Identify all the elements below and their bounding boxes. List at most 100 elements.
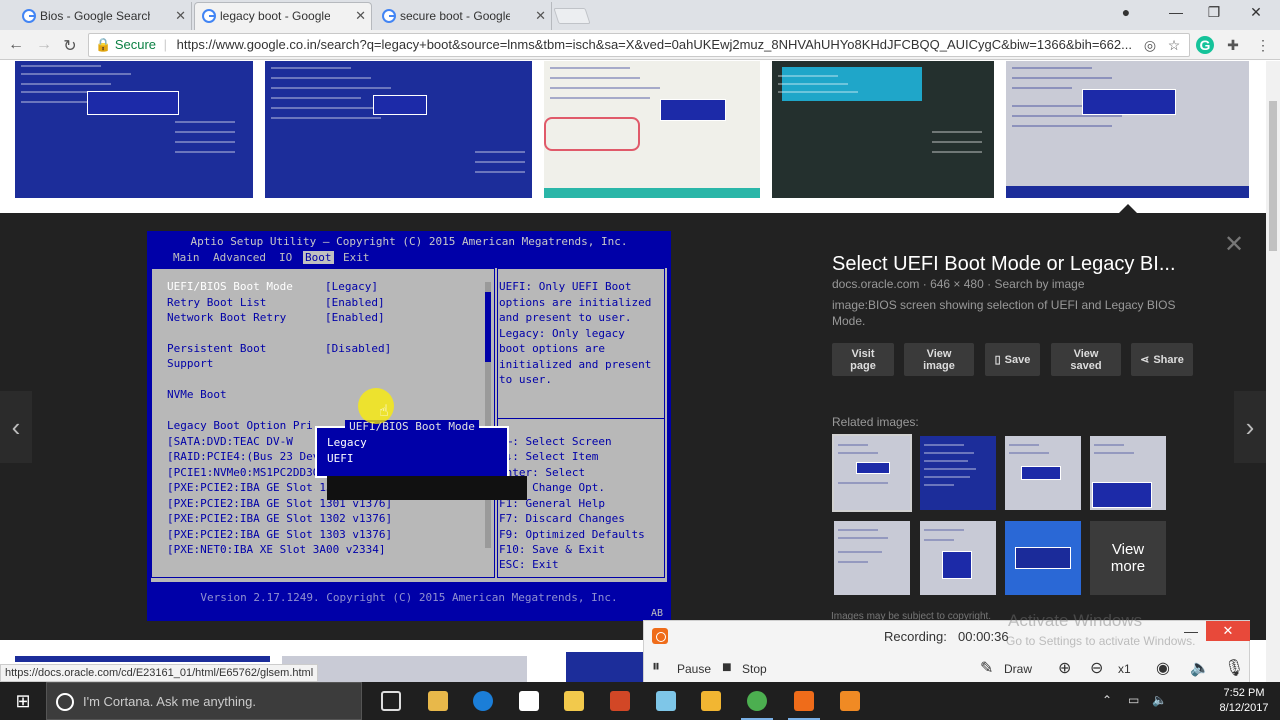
google-favicon-icon [382,9,396,23]
status-bar-url: https://docs.oracle.com/cd/E23161_01/htm… [0,664,319,682]
related-image[interactable] [1005,436,1081,510]
result-thumbnail[interactable] [566,652,643,682]
speaker-icon[interactable]: 🔈 [1190,658,1210,678]
cortana-search-box[interactable]: I'm Cortana. Ask me anything. [46,682,362,720]
reload-button[interactable]: ↻ [60,36,80,56]
pause-icon[interactable]: ⏸ [652,658,660,676]
system-clock[interactable]: 7:52 PM 8/12/2017 [1216,686,1272,716]
chrome-icon[interactable] [741,691,773,720]
preview-image[interactable]: Aptio Setup Utility – Copyright (C) 2015… [147,231,671,621]
zoom-out-icon[interactable]: ⊖ [1090,658,1103,678]
activate-windows-subtext: Go to Settings to activate Windows. [1006,634,1196,648]
bios-header: Aptio Setup Utility – Copyright (C) 2015… [190,235,628,248]
save-button[interactable]: ▯ Save [985,343,1040,376]
bookmark-star-icon[interactable]: ☆ [1165,36,1183,54]
stop-icon[interactable]: ■ [722,659,732,677]
bookmark-icon: ▯ [994,353,1001,366]
related-image[interactable] [1090,436,1166,510]
prev-image-button[interactable]: ‹ [0,391,32,463]
share-button[interactable]: ⋖ Share [1131,343,1193,376]
tab-title: Bios - Google Search [40,9,150,23]
image-meta: docs.oracle.com · 646 × 480 · Search by … [832,277,1085,291]
result-thumbnail[interactable] [282,656,527,682]
result-thumbnail[interactable] [544,61,760,198]
back-button[interactable]: ← [6,36,26,54]
desktop-app-icon[interactable] [656,691,676,711]
sticky-notes-icon[interactable] [564,691,584,711]
view-saved-button[interactable]: View saved [1051,343,1121,376]
button-label: Visit page [850,347,876,372]
related-image[interactable] [832,434,912,512]
bios-help-line: initialized and present [499,358,652,371]
image-source[interactable]: docs.oracle.com [832,277,919,291]
page-scrollbar[interactable] [1266,61,1280,689]
tab-secure-boot[interactable]: secure boot - Google Se ✕ [374,2,552,30]
related-image[interactable] [1005,521,1081,595]
draw-button[interactable]: Draw [1004,662,1032,676]
lock-icon: 🔒 [95,37,112,52]
related-image[interactable] [920,436,996,510]
draw-pen-icon[interactable]: ✎ [980,658,993,678]
result-thumbnail[interactable] [772,61,994,198]
viewer-close-icon[interactable]: ✕ [1224,230,1244,259]
clock-date: 8/12/2017 [1219,702,1269,714]
view-image-button[interactable]: View image [904,343,974,376]
view-more-tile[interactable]: View more [1090,521,1166,595]
new-tab-button[interactable] [553,8,591,24]
image-title[interactable]: Select UEFI Boot Mode or Legacy BI... [832,253,1176,276]
edge-browser-icon[interactable] [473,691,493,711]
related-image[interactable] [920,521,996,595]
minimize-button[interactable]: — [1164,4,1188,20]
bios-key-help: →←: Select Screen [499,435,612,448]
pause-button[interactable]: Pause [677,662,711,676]
result-thumbnail[interactable] [15,656,270,662]
folder-app-icon[interactable] [701,691,721,711]
restore-button[interactable]: ❐ [1202,4,1226,21]
tab-close-icon[interactable]: ✕ [175,8,186,24]
bios-help-line: options are initialized [499,296,652,309]
tray-chevron-icon[interactable]: ⌃ [1102,693,1112,707]
windows-taskbar: ⊞ I'm Cortana. Ask me anything. ⌃ ▭ 🔈 7:… [0,682,1280,720]
vlc-icon[interactable] [840,691,860,711]
file-explorer-icon[interactable] [428,691,448,711]
powerpoint-icon[interactable] [610,691,630,711]
chrome-menu-icon[interactable]: ⋮ [1254,36,1272,54]
bios-setting-label: Retry Boot List [167,296,267,309]
popup-option-legacy: Legacy [327,436,367,449]
stop-button[interactable]: Stop [742,662,767,676]
tab-bios-search[interactable]: Bios - Google Search ✕ [14,2,192,30]
task-view-icon[interactable] [381,691,401,711]
tab-title: secure boot - Google Se [400,9,510,23]
zoom-level: x1 [1118,662,1131,676]
webcam-icon[interactable]: ◉ [1156,658,1170,678]
result-thumbnail[interactable] [1006,61,1249,198]
next-image-button[interactable]: › [1234,391,1266,463]
visit-page-button[interactable]: Visit page [832,343,894,376]
store-icon[interactable] [519,691,539,711]
recorder-taskbar-icon[interactable] [788,691,820,720]
microphone-icon[interactable]: 🎙 [1224,658,1244,678]
result-thumbnail[interactable] [265,61,532,198]
tab-legacy-boot[interactable]: legacy boot - Google Se ✕ [194,2,372,30]
target-icon[interactable]: ◎ [1141,36,1159,54]
recorder-minimize-button[interactable]: — [1184,623,1198,639]
tab-close-icon[interactable]: ✕ [355,8,366,24]
forward-button[interactable]: → [34,36,54,54]
bios-menu-io: IO [279,251,293,264]
bios-help-line: boot options are [499,342,605,355]
start-button[interactable]: ⊞ [0,682,46,720]
volume-icon[interactable]: 🔈 [1152,693,1167,707]
recorder-close-button[interactable]: ✕ [1206,621,1250,641]
address-bar[interactable]: 🔒 Secure | https://www.google.co.in/sear… [88,33,1190,57]
window-close-button[interactable]: ✕ [1244,4,1268,21]
grammarly-icon[interactable]: G [1196,36,1214,54]
zoom-in-icon[interactable]: ⊕ [1058,658,1071,678]
profile-icon[interactable]: ● [1114,4,1138,20]
tab-close-icon[interactable]: ✕ [535,8,546,24]
search-by-image-link[interactable]: Search by image [994,277,1084,291]
result-thumbnail[interactable] [15,61,253,198]
extension-puzzle-icon[interactable]: ✚ [1224,36,1242,54]
related-image[interactable] [834,521,910,595]
network-icon[interactable]: ▭ [1128,693,1139,707]
bios-setting-label: NVMe Boot [167,388,227,401]
